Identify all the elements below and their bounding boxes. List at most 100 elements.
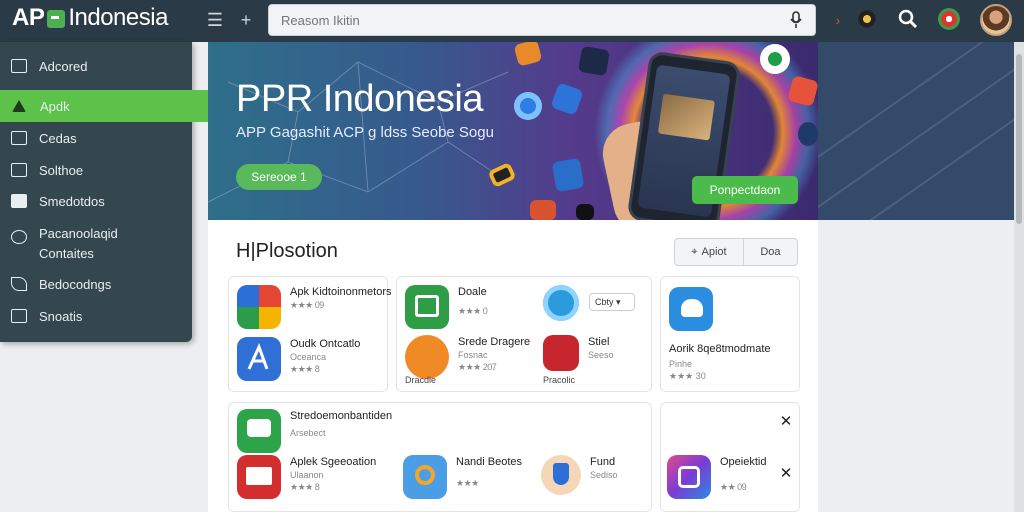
- app-meta: Fosnac: [458, 350, 488, 360]
- add-icon[interactable]: +: [236, 10, 256, 30]
- app-name: Aplek Sgeeoation: [290, 456, 377, 468]
- scrollbar-thumb[interactable]: [1016, 54, 1022, 224]
- app-item[interactable]: [543, 285, 579, 321]
- sidebar-item-snoatis[interactable]: Snoatis: [0, 300, 192, 332]
- app-rating: ★★★ 8: [290, 364, 320, 374]
- app-card[interactable]: Apk Kidtoinonmetors ★★★ 09 Oudk Ontcatlo…: [228, 276, 392, 392]
- app-icon: [237, 455, 281, 499]
- app-icon: [403, 455, 447, 499]
- sidebar-item-solthoe[interactable]: Solthoe: [0, 154, 192, 186]
- sidebar-item-label: Solthoe: [39, 162, 84, 178]
- app-icon: [237, 409, 281, 453]
- banner-primary-button[interactable]: Sereooe 1: [236, 164, 322, 190]
- app-name: Opeiektid: [720, 456, 767, 468]
- close-icon[interactable]: ✕: [779, 414, 793, 429]
- app-name: Apk Kidtoinonmetors: [290, 286, 392, 298]
- app-rating: ★★★ 30: [669, 371, 706, 381]
- app-chip[interactable]: Cbty ▾: [589, 293, 635, 311]
- app-item[interactable]: Apk Kidtoinonmetors ★★★ 09: [237, 285, 392, 329]
- menu-icon[interactable]: ☰: [205, 10, 225, 30]
- app-item[interactable]: Oudk Ontcatlo Oceanca ★★★ 8: [237, 337, 360, 381]
- sidebar-item-label: Bedocodngs: [39, 276, 112, 292]
- apply-filter-button[interactable]: Apiot: [675, 239, 744, 265]
- app-rating: ★★★ 09: [290, 300, 324, 310]
- avatar[interactable]: [980, 4, 1012, 36]
- app-meta: Pinhe: [669, 359, 693, 369]
- game-icon[interactable]: [856, 8, 878, 30]
- search-box[interactable]: [268, 4, 816, 36]
- app-name: Nandi Beotes: [456, 456, 523, 468]
- chrome-icon[interactable]: [938, 8, 960, 30]
- sidebar-item-pacanoolaqid[interactable]: Pacanoolaqid Contaites: [0, 222, 192, 262]
- app-icon: [543, 335, 579, 371]
- brand-prefix: AP: [12, 4, 45, 31]
- search-user-icon[interactable]: [897, 8, 919, 30]
- app-chip-label: Cbty: [595, 297, 614, 307]
- sidebar-item-smedotdos[interactable]: Smedotdos: [0, 185, 192, 217]
- chart-icon: [11, 309, 27, 323]
- app-item[interactable]: Doale ★★★ 0: [405, 285, 488, 329]
- app-card[interactable]: Doale ★★★ 0 Srede Dragere Fosnac ★★★ 207…: [396, 276, 652, 392]
- sidebar-item-label: Adcored: [39, 58, 88, 74]
- sidebar-item-label: Cedas: [39, 130, 77, 146]
- app-item[interactable]: Aplek Sgeeoation Ulaanon ★★★ 8: [237, 455, 376, 499]
- sidebar-item-adcored[interactable]: Adcored: [0, 50, 192, 82]
- app-item[interactable]: Nandi Beotes ★★★: [403, 455, 522, 499]
- app-rating: ★★ 09: [720, 482, 747, 492]
- mic-icon[interactable]: [789, 11, 803, 29]
- banner-secondary-button[interactable]: Ponpectdaon: [692, 176, 798, 204]
- app-card[interactable]: ✕ Opeiektid ★★ 09 ✕: [660, 402, 800, 512]
- app-item[interactable]: Opeiektid ★★ 09: [667, 455, 766, 499]
- app-name: Doale: [458, 286, 487, 298]
- sidebar-item-cedas[interactable]: Cedas: [0, 122, 192, 154]
- app-item[interactable]: Stredoemonbantiden Arsebect: [237, 409, 392, 453]
- app-icon: [667, 455, 711, 499]
- app-name: Oudk Ontcatlo: [290, 338, 361, 350]
- app-icon: [543, 285, 579, 321]
- banner-subtitle: APP Gagashit ACP g ldss Seobe Sogu: [236, 124, 494, 141]
- search-input[interactable]: [269, 5, 749, 35]
- app-name: Aorik 8qe8tmodmate: [669, 343, 771, 355]
- right-panel: [818, 42, 1014, 220]
- app-float-icon: [798, 122, 818, 146]
- app-float-icon: [576, 204, 594, 220]
- app-item[interactable]: Stiel Seeso: [543, 335, 614, 371]
- shield-icon: ▾: [616, 297, 621, 307]
- home-icon: [11, 59, 27, 73]
- app-name: Srede Dragere: [458, 336, 531, 348]
- app-icon: [237, 285, 281, 329]
- brand-logo[interactable]: AP Indonesia: [12, 4, 168, 32]
- app-rating: ★★★ 8: [290, 482, 320, 492]
- app-sublabel: Pracolic: [543, 375, 576, 385]
- arrow-right-icon[interactable]: ›: [828, 10, 848, 30]
- app-sublabel: Dracdle: [405, 375, 437, 385]
- app-float-icon: [530, 200, 556, 220]
- hero-banner: PPR Indonesia APP Gagashit ACP g ldss Se…: [208, 42, 818, 220]
- app-name: Stredoemonbantiden: [290, 410, 393, 422]
- app-card[interactable]: Stredoemonbantiden Arsebect Aplek Sgeeoa…: [228, 402, 652, 512]
- sidebar-item-bedocodngs[interactable]: Bedocodngs: [0, 268, 192, 300]
- app-item[interactable]: Srede Dragere Fosnac ★★★ 207: [405, 335, 530, 379]
- section-title: H|Plosotion: [236, 240, 338, 262]
- app-rating: ★★★ 0: [458, 306, 488, 316]
- scrollbar[interactable]: [1014, 42, 1024, 512]
- sidebar-item-label: Apdk: [40, 98, 70, 114]
- app-name: Fund: [590, 456, 616, 468]
- app-item[interactable]: Fund Sediso: [541, 455, 618, 495]
- app-float-icon: [760, 44, 790, 74]
- app-icon: [405, 285, 449, 329]
- sidebar-item-label: Smedotdos: [39, 193, 105, 209]
- grid-icon: [11, 163, 27, 177]
- close-icon[interactable]: ✕: [779, 466, 793, 481]
- box-icon: [11, 131, 27, 145]
- app-icon: [237, 337, 281, 381]
- sidebar-item-label: Pacanoolaqid Contaites: [39, 226, 118, 261]
- brand-name: Indonesia: [68, 4, 168, 31]
- other-filter-button[interactable]: Doa: [744, 239, 797, 265]
- app-card[interactable]: Aorik 8qe8tmodmate Pinhe ★★★ 30: [660, 276, 800, 392]
- app-float-icon: [551, 157, 585, 193]
- sidebar-item-apdk[interactable]: Apdk: [0, 90, 208, 122]
- app-rating: ★★★: [456, 478, 479, 488]
- app-meta: Sediso: [590, 470, 618, 480]
- app-meta: Seeso: [588, 350, 614, 360]
